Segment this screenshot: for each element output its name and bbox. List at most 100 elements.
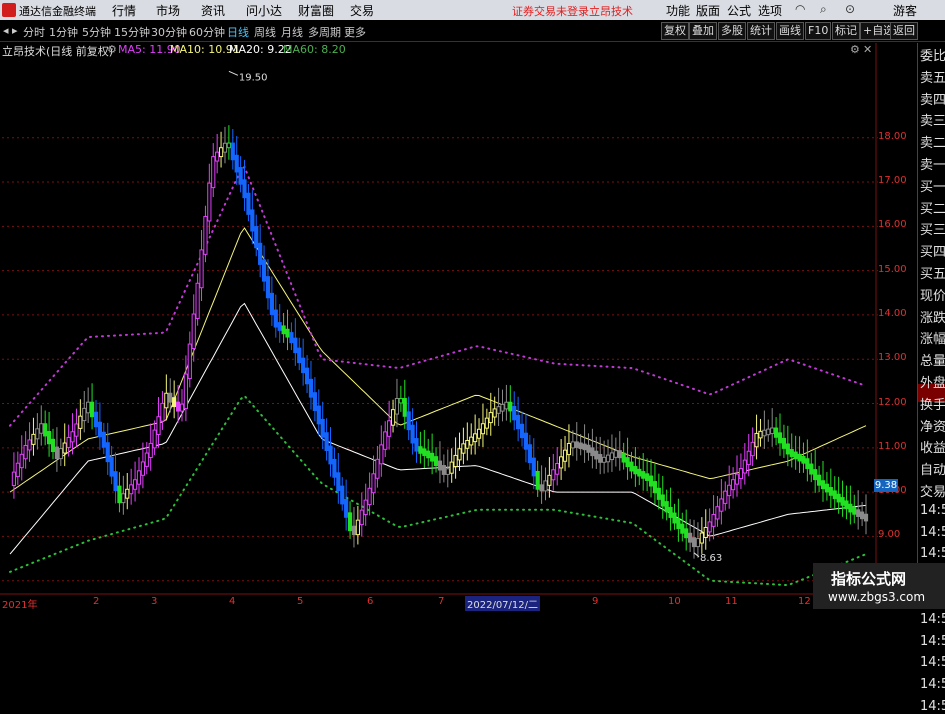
candle-body: [512, 405, 517, 421]
candle-body: [789, 449, 794, 457]
time-tick: 4: [229, 596, 236, 607]
candle-body: [390, 409, 396, 426]
candle-body: [547, 474, 552, 486]
time-tick: 2: [93, 596, 100, 607]
candle-body: [609, 452, 615, 461]
candle-body: [129, 484, 134, 495]
candle-body: [117, 485, 122, 504]
candle-body: [602, 456, 607, 463]
quote-row-label: 收益: [920, 441, 945, 457]
price-tick: 13.00: [878, 352, 907, 364]
quote-row-label: 14:5: [920, 633, 945, 649]
candle-body: [723, 490, 728, 504]
candle-body: [351, 525, 357, 536]
time-tick: 9: [592, 596, 599, 607]
candle-body: [312, 392, 317, 411]
quote-row-label: 买三: [920, 223, 945, 239]
candle-body: [336, 472, 341, 492]
candle-body: [277, 322, 282, 331]
candle-body: [688, 532, 693, 543]
candle-body: [238, 167, 243, 185]
candle-body: [664, 501, 669, 513]
quote-row-label: 买一: [920, 179, 945, 195]
candle-body: [543, 480, 548, 492]
candle-body: [433, 456, 439, 467]
candle-body: [703, 526, 708, 538]
candle-body: [234, 154, 239, 173]
candle-body: [191, 313, 196, 350]
candle-body: [637, 468, 642, 477]
quote-row-label: 14:5: [920, 699, 945, 714]
quote-row-label: 买五: [920, 267, 945, 282]
candle-body: [195, 282, 200, 319]
candle-body: [590, 447, 595, 457]
candle-body: [629, 461, 634, 472]
candle-body: [383, 431, 388, 450]
candle-body: [531, 457, 536, 477]
candle-body: [93, 411, 99, 428]
candle-body: [426, 450, 431, 459]
candle-body: [430, 452, 435, 462]
quote-row-label: 卖五: [920, 70, 945, 86]
candle-body: [265, 276, 271, 299]
candle-body: [82, 407, 87, 422]
candle-body: [476, 428, 482, 439]
quote-row-label: 现价: [920, 288, 945, 304]
candle-body: [836, 493, 841, 503]
candle-body: [285, 328, 290, 338]
quote-row-label: 买四: [920, 245, 945, 261]
candle-body: [461, 443, 466, 454]
candle-body: [222, 142, 228, 153]
candle-body: [488, 412, 493, 424]
candle-body: [535, 470, 540, 490]
candle-body: [504, 401, 509, 410]
candle-body: [562, 449, 568, 462]
candle-body: [39, 423, 44, 434]
candle-body: [70, 431, 75, 443]
candle-body: [824, 483, 830, 493]
candle-body: [574, 441, 579, 448]
quote-row-label: 买二: [920, 201, 945, 217]
candle-body: [617, 450, 622, 459]
price-tick: 17.00: [878, 175, 907, 187]
candle-body: [74, 423, 79, 437]
candle-body: [801, 456, 806, 464]
candle-body: [230, 142, 235, 161]
candle-body: [43, 423, 48, 437]
candle-body: [707, 521, 712, 533]
candle-body: [410, 424, 415, 444]
candle-body: [58, 448, 63, 460]
candle-body: [324, 432, 329, 452]
candle-body: [699, 532, 704, 544]
candle-body: [113, 471, 118, 492]
candle-body: [770, 427, 775, 435]
candle-body: [261, 259, 267, 282]
candle-body: [289, 332, 294, 344]
time-tick: 12: [798, 596, 811, 607]
candle-body: [496, 406, 501, 414]
candle-body: [340, 485, 345, 505]
candle-body: [187, 343, 192, 380]
quote-row-label: 14:5: [920, 677, 945, 693]
candle-body: [101, 431, 106, 448]
candle-body: [27, 439, 32, 451]
candle-body: [144, 452, 149, 467]
time-tick: 10: [668, 596, 681, 607]
candle-body: [89, 401, 95, 418]
time-tick: 6: [367, 596, 374, 607]
candle-body: [97, 421, 102, 438]
candle-body: [66, 436, 71, 448]
time-tick: 11: [725, 596, 738, 607]
series-ma20: [9, 302, 867, 555]
watermark: 指标公式网 www.zbgs3.com: [813, 563, 945, 609]
candle-body: [625, 457, 630, 468]
kline-chart[interactable]: 19.50 8.63: [0, 0, 945, 609]
candle-body: [281, 325, 286, 335]
candle-body: [328, 445, 333, 465]
candle-body: [660, 494, 665, 507]
candle-body: [684, 528, 689, 539]
candle-body: [809, 463, 814, 475]
candle-body: [367, 487, 372, 506]
quote-row-label: 14:5: [920, 524, 945, 540]
candle-body: [598, 454, 603, 463]
